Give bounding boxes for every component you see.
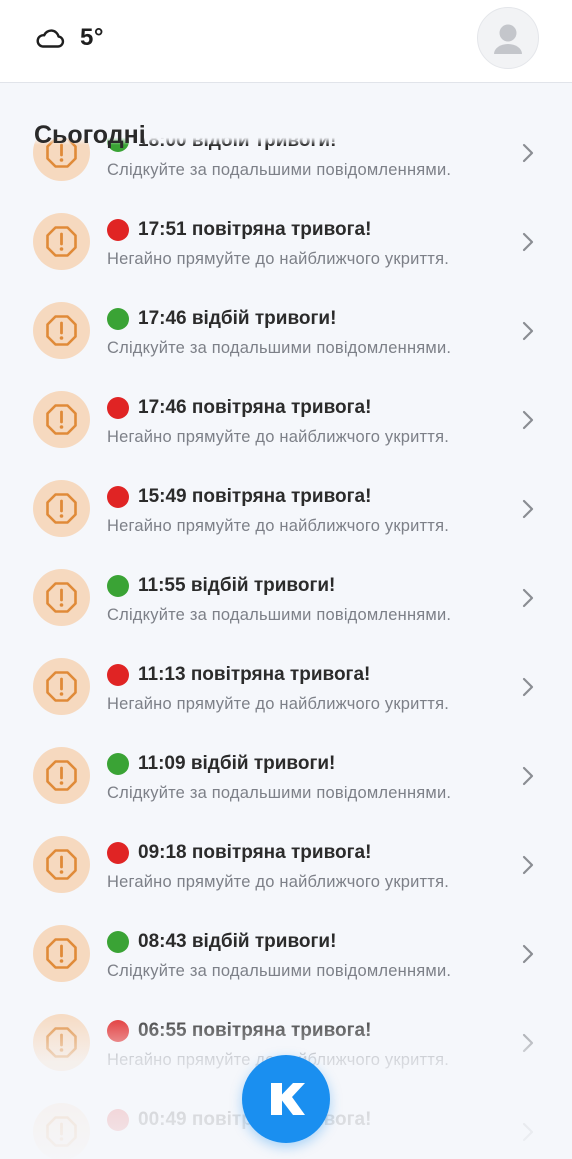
alert-octagon-icon	[33, 1103, 90, 1159]
weather-widget[interactable]: 5°	[34, 22, 104, 54]
alert-octagon-icon	[33, 925, 90, 982]
red-circle-icon	[107, 1109, 129, 1131]
chevron-right-icon	[522, 232, 534, 252]
alert-subtitle: Негайно прямуйте до найближчого укриття.	[107, 695, 449, 713]
alert-subtitle: Слідкуйте за подальшими повідомленнями.	[107, 339, 452, 357]
user-icon	[494, 24, 522, 54]
alert-octagon-icon	[33, 836, 90, 893]
chevron-right-icon	[522, 766, 534, 786]
red-circle-icon	[107, 486, 129, 508]
alert-title: 17:46 відбій тривоги!	[107, 308, 336, 330]
k-app-button[interactable]	[242, 1055, 330, 1143]
alert-row[interactable]: 11:13 повітряна тривога! Негайно прямуйте…	[0, 645, 572, 734]
alert-octagon-icon	[33, 391, 90, 448]
alert-title-text: 09:18 повітряна тривога!	[138, 842, 372, 863]
alert-title: 09:18 повітряна тривога!	[107, 842, 371, 864]
chevron-right-icon	[522, 855, 534, 875]
chevron-right-icon	[522, 677, 534, 697]
k-logo-icon	[271, 1083, 305, 1115]
alert-subtitle: Слідкуйте за подальшими повідомленнями.	[107, 962, 452, 980]
chevron-right-icon	[522, 143, 534, 163]
alert-octagon-icon	[33, 569, 90, 626]
alert-title: 11:09 відбій тривоги!	[107, 753, 335, 775]
green-circle-icon	[107, 575, 129, 597]
green-circle-icon	[107, 753, 129, 775]
alert-subtitle: Слідкуйте за подальшими повідомленнями.	[107, 161, 452, 179]
alert-octagon-icon	[33, 302, 90, 359]
alert-title-text: 08:43 відбій тривоги!	[138, 931, 337, 952]
red-circle-icon	[107, 397, 129, 419]
alert-title: 08:43 відбій тривоги!	[107, 931, 336, 953]
alert-title: 17:46 повітряна тривога!	[107, 397, 371, 419]
alert-row[interactable]: 17:46 повітряна тривога! Негайно прямуйте…	[0, 378, 572, 467]
top-bar: 5°	[0, 0, 572, 83]
alert-title-text: 11:09 відбій тривоги!	[138, 753, 336, 774]
alert-title: 00:49 повітряна тривога!	[107, 1109, 371, 1131]
alert-row[interactable]: 17:46 відбій тривоги! Слідкуйте за подаль…	[0, 289, 572, 378]
alert-octagon-icon	[33, 213, 90, 270]
alert-subtitle: Слідкуйте за подальшими повідомленнями.	[107, 606, 452, 624]
alert-title-text: 06:55 повітряна тривога!	[138, 1020, 372, 1041]
section-title: Сьогодні	[34, 121, 146, 149]
cloud-icon	[36, 29, 65, 48]
alert-octagon-icon	[33, 658, 90, 715]
alert-octagon-icon	[33, 480, 90, 537]
alert-subtitle: Слідкуйте за подальшими повідомленнями.	[107, 784, 452, 802]
red-circle-icon	[107, 219, 129, 241]
alert-octagon-icon	[33, 1014, 90, 1071]
alert-title: 06:55 повітряна тривога!	[107, 1020, 371, 1042]
alert-octagon-icon	[33, 747, 90, 804]
alert-title: 11:55 відбій тривоги!	[107, 575, 335, 597]
chevron-right-icon	[522, 321, 534, 341]
alert-title: 15:49 повітряна тривога!	[107, 486, 371, 508]
alert-row[interactable]: 08:43 відбій тривоги! Слідкуйте за подаль…	[0, 912, 572, 1001]
alert-title-text: 17:51 повітряна тривога!	[138, 219, 372, 240]
chevron-right-icon	[522, 944, 534, 964]
alert-subtitle: Негайно прямуйте до найближчого укриття.	[107, 873, 449, 891]
alert-row[interactable]: 17:51 повітряна тривога! Негайно прямуйте…	[0, 200, 572, 289]
alert-title-text: 15:49 повітряна тривога!	[138, 486, 372, 507]
alert-title-text: 11:13 повітряна тривога!	[138, 664, 371, 685]
green-circle-icon	[107, 308, 129, 330]
alert-title-text: 17:46 повітряна тривога!	[138, 397, 372, 418]
alert-subtitle: Негайно прямуйте до найближчого укриття.	[107, 250, 449, 268]
red-circle-icon	[107, 664, 129, 686]
chevron-right-icon	[522, 1122, 534, 1142]
alert-title-text: 17:46 відбій тривоги!	[138, 308, 337, 329]
alert-subtitle: Негайно прямуйте до найближчого укриття.	[107, 428, 449, 446]
alert-title-text: 11:55 відбій тривоги!	[138, 575, 336, 596]
alert-row[interactable]: 11:09 відбій тривоги! Слідкуйте за подаль…	[0, 734, 572, 823]
green-circle-icon	[107, 931, 129, 953]
temperature: 5°	[80, 24, 104, 51]
alert-subtitle: Негайно прямуйте до найближчого укриття.	[107, 517, 449, 535]
alert-row[interactable]: 09:18 повітряна тривога! Негайно прямуйте…	[0, 823, 572, 912]
chevron-right-icon	[522, 588, 534, 608]
alert-list: 18:00 відбій тривоги! Слідкуйте за подаль…	[0, 111, 572, 1159]
alert-row[interactable]: 15:49 повітряна тривога! Негайно прямуйте…	[0, 467, 572, 556]
alert-title: 11:13 повітряна тривога!	[107, 664, 370, 686]
alert-title-text: 18:00 відбій тривоги!	[138, 130, 337, 151]
alerts-content: Сьогодні 18:00 відбій тривоги! Слідкуйте …	[0, 83, 572, 1159]
red-circle-icon	[107, 1020, 129, 1042]
chevron-right-icon	[522, 1033, 534, 1053]
chevron-right-icon	[522, 410, 534, 430]
red-circle-icon	[107, 842, 129, 864]
avatar[interactable]	[477, 7, 539, 69]
chevron-right-icon	[522, 499, 534, 519]
alert-title: 17:51 повітряна тривога!	[107, 219, 371, 241]
alert-row[interactable]: 11:55 відбій тривоги! Слідкуйте за подаль…	[0, 556, 572, 645]
